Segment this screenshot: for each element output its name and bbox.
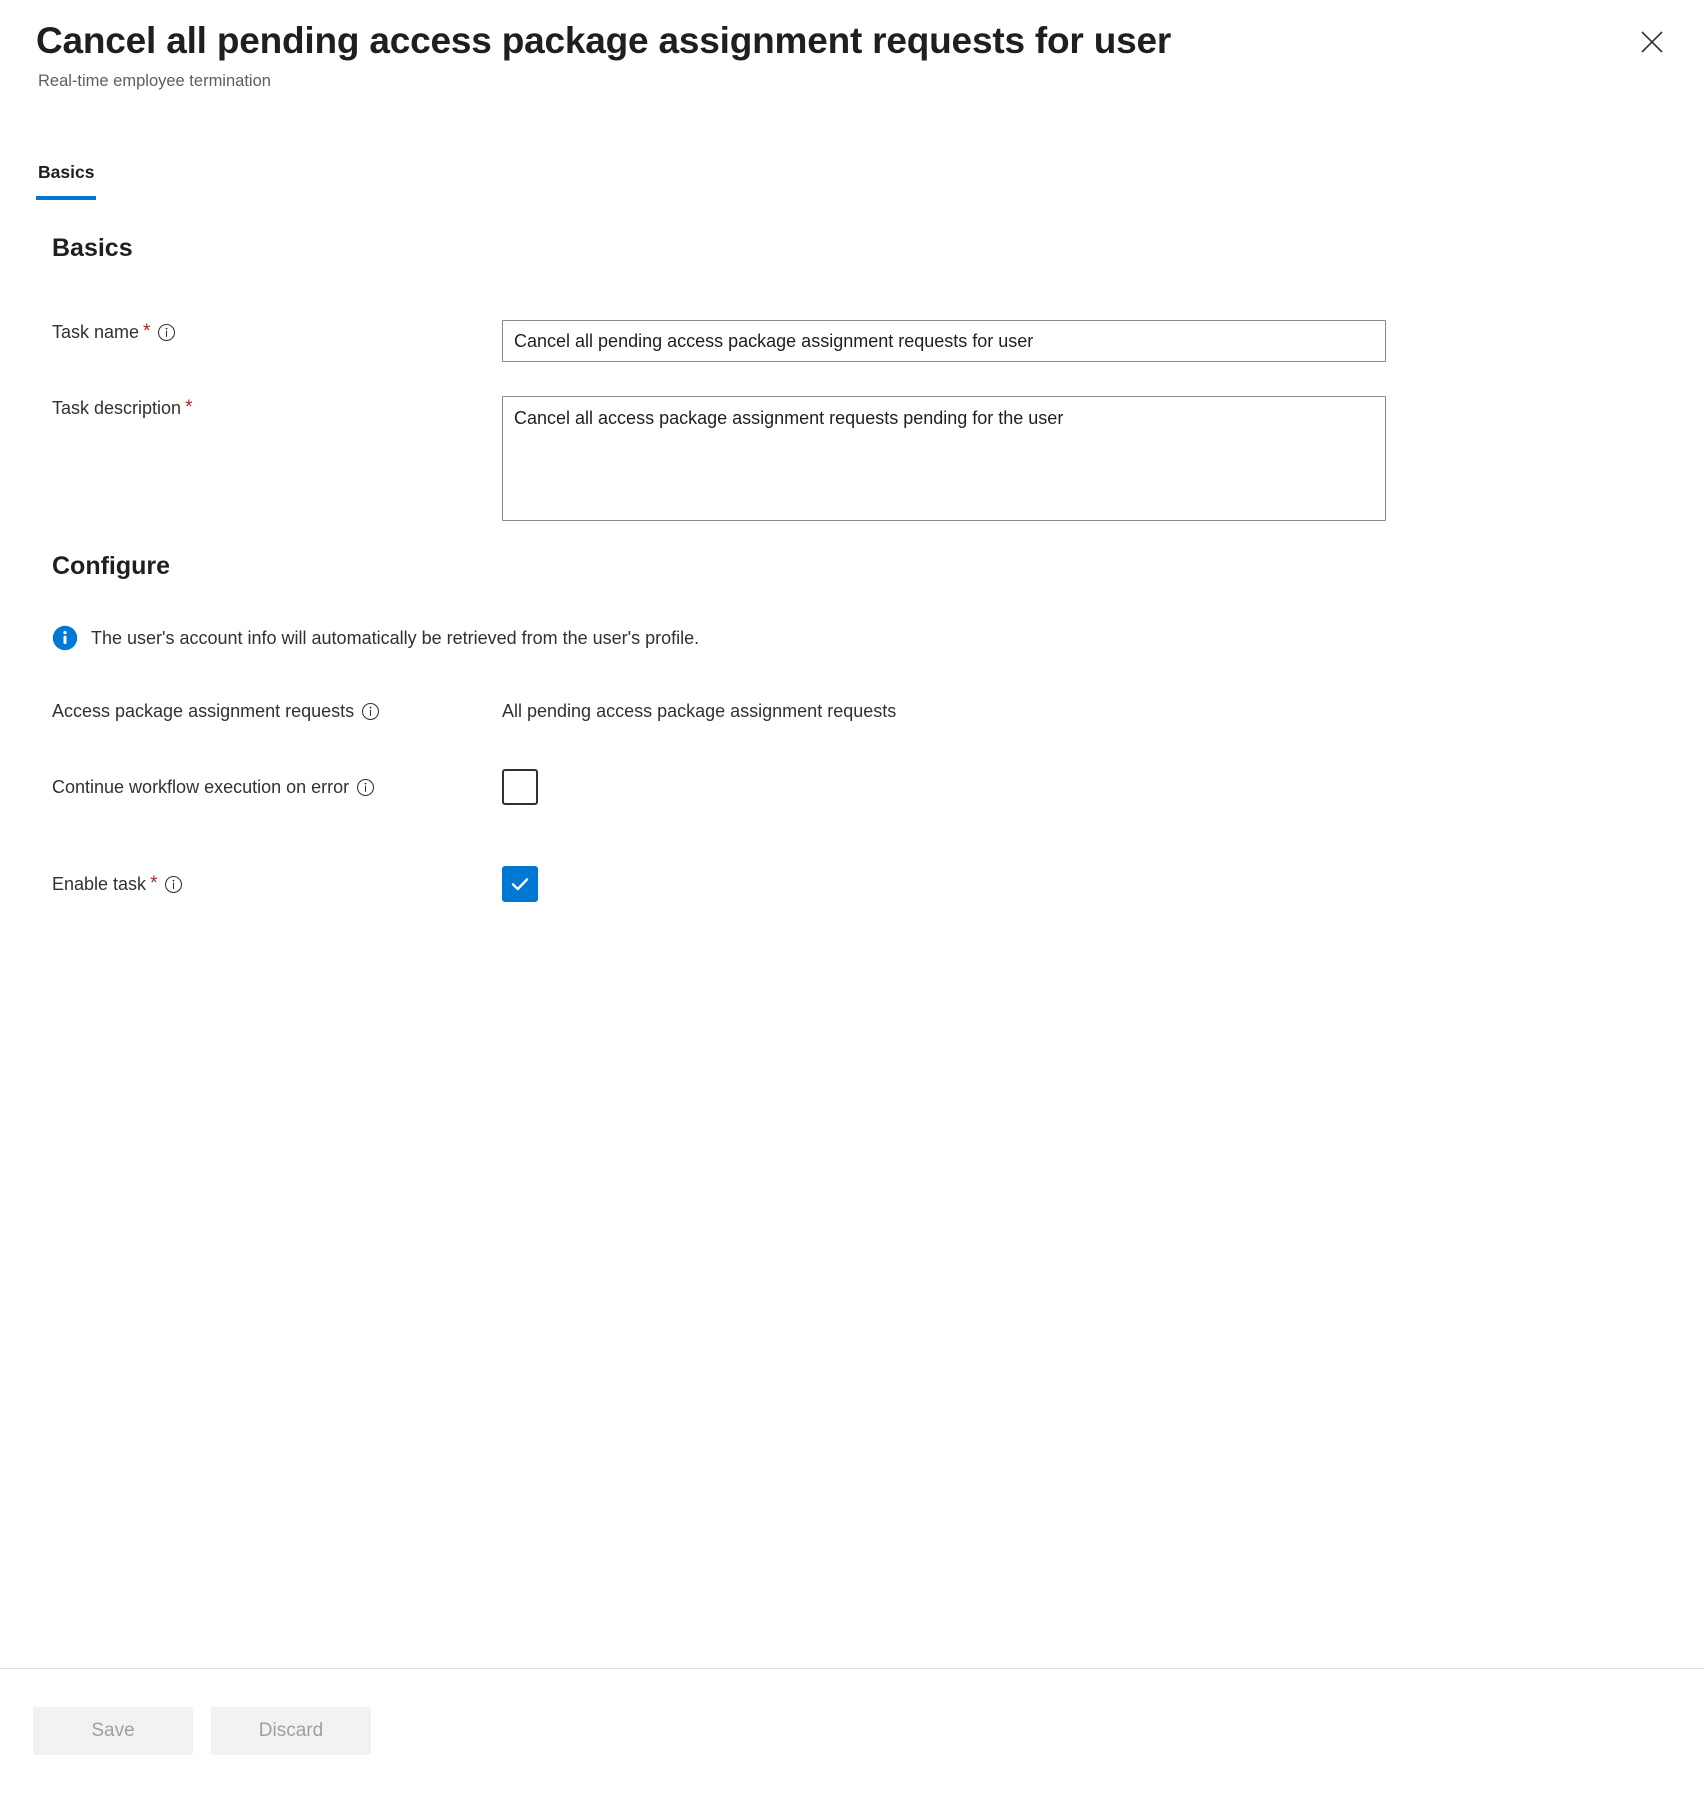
label-access-package-requests-text: Access package assignment requests <box>52 701 355 721</box>
blade-footer: Save Discard <box>0 1668 1704 1806</box>
info-banner: The user's account info will automatical… <box>52 625 699 651</box>
info-icon[interactable] <box>356 778 375 797</box>
task-name-input[interactable] <box>502 320 1386 362</box>
control-task-name <box>502 320 1704 362</box>
row-enable-task: Enable task * <box>0 866 1704 902</box>
close-button[interactable] <box>1630 20 1674 64</box>
access-package-requests-value: All pending access package assignment re… <box>502 701 897 721</box>
info-icon[interactable] <box>361 702 380 721</box>
label-task-description: Task description * <box>0 396 502 420</box>
title-block: Cancel all pending access package assign… <box>36 18 1171 92</box>
tabstrip: Basics <box>36 160 97 200</box>
page-subtitle: Real-time employee termination <box>38 72 271 90</box>
info-icon[interactable] <box>157 323 176 342</box>
label-access-package-requests: Access package assignment requests <box>0 699 502 723</box>
tab-basics[interactable]: Basics <box>36 160 97 200</box>
footer-actions: Save Discard <box>0 1669 1704 1755</box>
row-task-name: Task name * <box>0 320 1704 362</box>
label-task-name: Task name * <box>0 320 502 344</box>
required-indicator: * <box>143 321 151 342</box>
label-enable-task-text: Enable task <box>52 874 147 894</box>
control-continue-on-error <box>502 769 1704 805</box>
row-continue-on-error: Continue workflow execution on error <box>0 769 1704 805</box>
blade-panel: Cancel all pending access package assign… <box>0 0 1704 1806</box>
info-circle-icon <box>52 625 78 651</box>
control-task-description <box>502 396 1704 526</box>
required-indicator: * <box>150 873 158 894</box>
label-continue-on-error-text: Continue workflow execution on error <box>52 777 350 797</box>
page-title: Cancel all pending access package assign… <box>36 20 1172 61</box>
control-enable-task <box>502 866 1704 902</box>
section-heading-basics: Basics <box>52 234 133 262</box>
info-icon[interactable] <box>164 875 183 894</box>
row-access-package-requests: Access package assignment requests All p… <box>0 699 1704 723</box>
blade-content: Basics Task name * Task de <box>0 232 1704 902</box>
task-description-textarea[interactable] <box>502 396 1386 521</box>
title-row: Cancel all pending access package assign… <box>36 18 1668 92</box>
enable-task-checkbox[interactable] <box>502 866 538 902</box>
label-task-name-text: Task name <box>52 322 140 342</box>
save-button[interactable]: Save <box>33 1707 193 1755</box>
label-enable-task: Enable task * <box>0 872 502 896</box>
label-task-description-text: Task description <box>52 398 182 418</box>
blade-header: Cancel all pending access package assign… <box>0 0 1704 92</box>
label-continue-on-error: Continue workflow execution on error <box>0 775 502 799</box>
close-icon <box>1638 28 1666 56</box>
required-indicator: * <box>185 397 193 418</box>
section-heading-configure: Configure <box>52 552 171 580</box>
control-access-package-requests: All pending access package assignment re… <box>502 699 1704 723</box>
row-task-description: Task description * <box>0 396 1704 526</box>
discard-button[interactable]: Discard <box>211 1707 371 1755</box>
continue-on-error-checkbox[interactable] <box>502 769 538 805</box>
info-banner-message: The user's account info will automatical… <box>91 628 700 648</box>
